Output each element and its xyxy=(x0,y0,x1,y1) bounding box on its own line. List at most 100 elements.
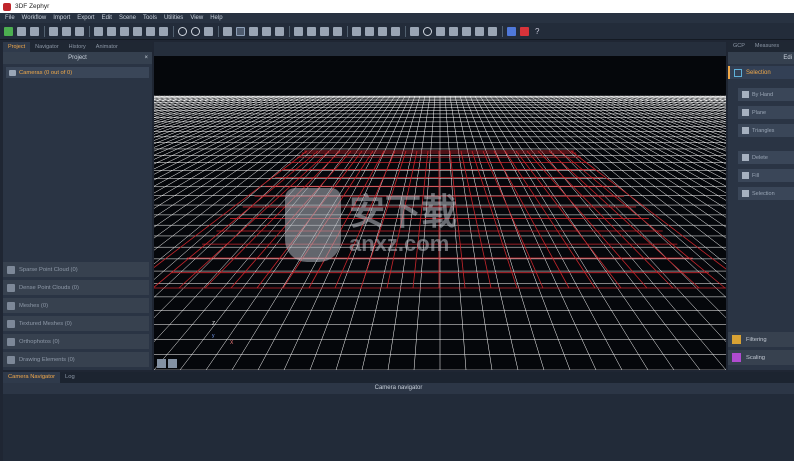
axis-z-label: Z xyxy=(212,321,216,327)
blue-cube-icon[interactable] xyxy=(507,26,516,36)
camera-navigator-panel: Camera Navigator Log Camera navigator xyxy=(3,372,794,461)
toolbar-divider xyxy=(289,25,290,37)
app-logo-icon xyxy=(3,2,11,11)
points-view-icon[interactable] xyxy=(94,26,103,36)
align-icon[interactable] xyxy=(462,26,471,36)
light-bulb-icon[interactable] xyxy=(223,26,232,36)
scale-icon[interactable] xyxy=(488,26,497,36)
menu-view[interactable]: View xyxy=(190,15,203,21)
mesh-view-icon[interactable] xyxy=(120,26,129,36)
ruler-icon[interactable] xyxy=(449,26,458,36)
wireframe-icon[interactable] xyxy=(146,26,155,36)
redo-icon[interactable] xyxy=(378,26,387,36)
filtering-icon xyxy=(732,335,741,344)
undo-icon[interactable] xyxy=(365,26,374,36)
menu-utilities[interactable]: Utilities xyxy=(164,15,183,21)
edit-panel: GCP Measures Edi Selection By Hand Plane… xyxy=(728,42,794,370)
delete-icon xyxy=(742,154,749,161)
scaling-section[interactable]: Scaling xyxy=(728,350,794,365)
tab-camera-navigator[interactable]: Camera Navigator xyxy=(3,372,61,383)
pin-icon[interactable] xyxy=(475,26,484,36)
plane-icon xyxy=(742,109,749,116)
dense-view-icon[interactable] xyxy=(107,26,116,36)
list-item-meshes[interactable]: Meshes (0) xyxy=(3,298,149,313)
toolbar-divider xyxy=(502,25,503,37)
pen-icon[interactable] xyxy=(275,26,284,36)
cube-icon[interactable] xyxy=(320,26,329,36)
triangle-outline-icon[interactable] xyxy=(262,26,271,36)
grid-icon[interactable] xyxy=(294,26,303,36)
tab-history[interactable]: History xyxy=(64,42,91,52)
selection-button[interactable]: Selection xyxy=(738,187,794,200)
list-item-orthophotos[interactable]: Orthophotos (0) xyxy=(3,334,149,349)
close-icon[interactable]: × xyxy=(144,52,148,64)
window-title: 3DF Zephyr xyxy=(15,3,50,10)
menu-bar: File Workflow Import Export Edit Scene T… xyxy=(0,13,794,23)
toolbar-divider xyxy=(347,25,348,37)
list-item-dense-point-clouds[interactable]: Dense Point Clouds (0) xyxy=(3,280,149,295)
list-item-textured-meshes[interactable]: Textured Meshes (0) xyxy=(3,316,149,331)
axis-y-label: y xyxy=(212,333,215,339)
tab-project[interactable]: Project xyxy=(3,42,31,52)
orbit-icon[interactable] xyxy=(178,26,187,36)
selection-section[interactable]: Selection xyxy=(728,66,794,79)
fit-view-icon[interactable] xyxy=(204,26,213,36)
texture-view-icon[interactable] xyxy=(133,26,142,36)
camera-navigator-title: Camera navigator xyxy=(3,383,794,394)
swap-icon[interactable] xyxy=(391,26,400,36)
rotate-icon[interactable] xyxy=(191,26,200,36)
menu-import[interactable]: Import xyxy=(53,15,70,21)
menu-scene[interactable]: Scene xyxy=(119,15,136,21)
tab-log[interactable]: Log xyxy=(60,372,80,383)
delete-button[interactable]: Delete xyxy=(738,151,794,164)
list-item-label: Orthophotos (0) xyxy=(19,338,60,345)
new-project-icon[interactable] xyxy=(4,26,13,36)
tab-measures[interactable]: Measures xyxy=(750,42,784,52)
menu-export[interactable]: Export xyxy=(77,15,94,21)
triangles-button[interactable]: Triangles xyxy=(738,124,794,137)
menu-workflow[interactable]: Workflow xyxy=(22,15,47,21)
viewport-tool-icon[interactable] xyxy=(157,359,166,368)
lasso-icon[interactable] xyxy=(307,26,316,36)
filtering-section[interactable]: Filtering xyxy=(728,332,794,347)
menu-help[interactable]: Help xyxy=(210,15,222,21)
menu-file[interactable]: File xyxy=(5,15,15,21)
viewport-settings-icon[interactable] xyxy=(168,359,177,368)
menu-tools[interactable]: Tools xyxy=(143,15,157,21)
tab-gcp[interactable]: GCP xyxy=(728,42,750,52)
sphere-icon[interactable] xyxy=(333,26,342,36)
tab-animator[interactable]: Animator xyxy=(91,42,123,52)
list-item-sparse-point-cloud[interactable]: Sparse Point Cloud (0) xyxy=(3,262,149,277)
select-points-icon[interactable] xyxy=(236,26,245,36)
drawing-icon xyxy=(7,355,15,364)
help-icon[interactable]: ? xyxy=(535,27,539,36)
circle-icon[interactable] xyxy=(423,26,432,36)
plane-button[interactable]: Plane xyxy=(738,106,794,119)
edit-panel-title: Edi xyxy=(728,52,794,64)
by-hand-button[interactable]: By Hand xyxy=(738,88,794,101)
bottom-panel-tabs: Camera Navigator Log xyxy=(3,372,794,383)
camera-view-icon[interactable] xyxy=(49,26,58,36)
open-project-icon[interactable] xyxy=(17,26,26,36)
red-cube-icon[interactable] xyxy=(520,26,529,36)
list-item-label: Sparse Point Cloud (0) xyxy=(19,266,78,273)
menu-edit[interactable]: Edit xyxy=(102,15,112,21)
shaded-view-icon[interactable] xyxy=(75,26,84,36)
triangles-label: Triangles xyxy=(752,127,775,134)
tab-navigator[interactable]: Navigator xyxy=(30,42,64,52)
orthophoto-icon xyxy=(7,337,15,346)
solid-view-icon[interactable] xyxy=(62,26,71,36)
angle-icon[interactable] xyxy=(436,26,445,36)
triangle-icon[interactable] xyxy=(249,26,258,36)
measure-icon[interactable] xyxy=(410,26,419,36)
square-icon[interactable] xyxy=(352,26,361,36)
list-item-drawing-elements[interactable]: Drawing Elements (0) xyxy=(3,352,149,367)
save-project-icon[interactable] xyxy=(30,26,39,36)
selection-icon xyxy=(734,68,742,77)
fill-icon xyxy=(742,172,749,179)
snapshot-icon[interactable] xyxy=(159,26,168,36)
fill-button[interactable]: Fill xyxy=(738,169,794,182)
plane-label: Plane xyxy=(752,109,767,116)
watermark: 安下载 anxz.com xyxy=(285,188,457,262)
cameras-item[interactable]: Cameras (0 out of 0) xyxy=(6,67,149,78)
